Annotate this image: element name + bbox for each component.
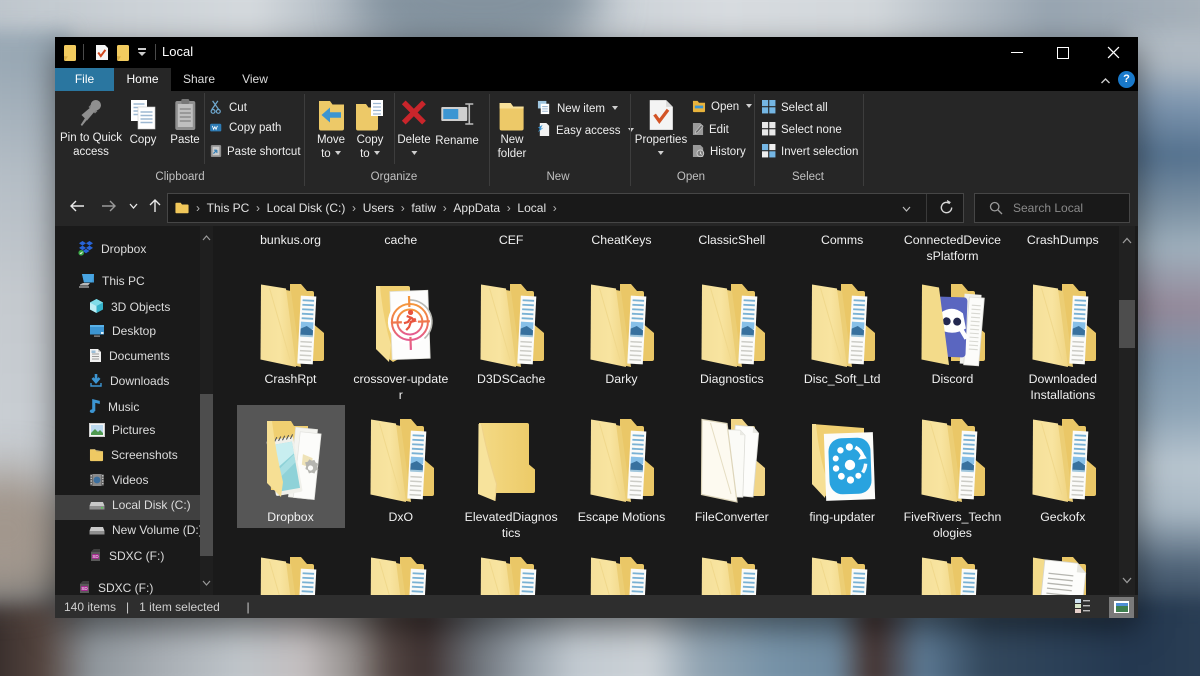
svg-text:SD: SD — [81, 586, 88, 591]
svg-text:SD: SD — [92, 554, 99, 559]
